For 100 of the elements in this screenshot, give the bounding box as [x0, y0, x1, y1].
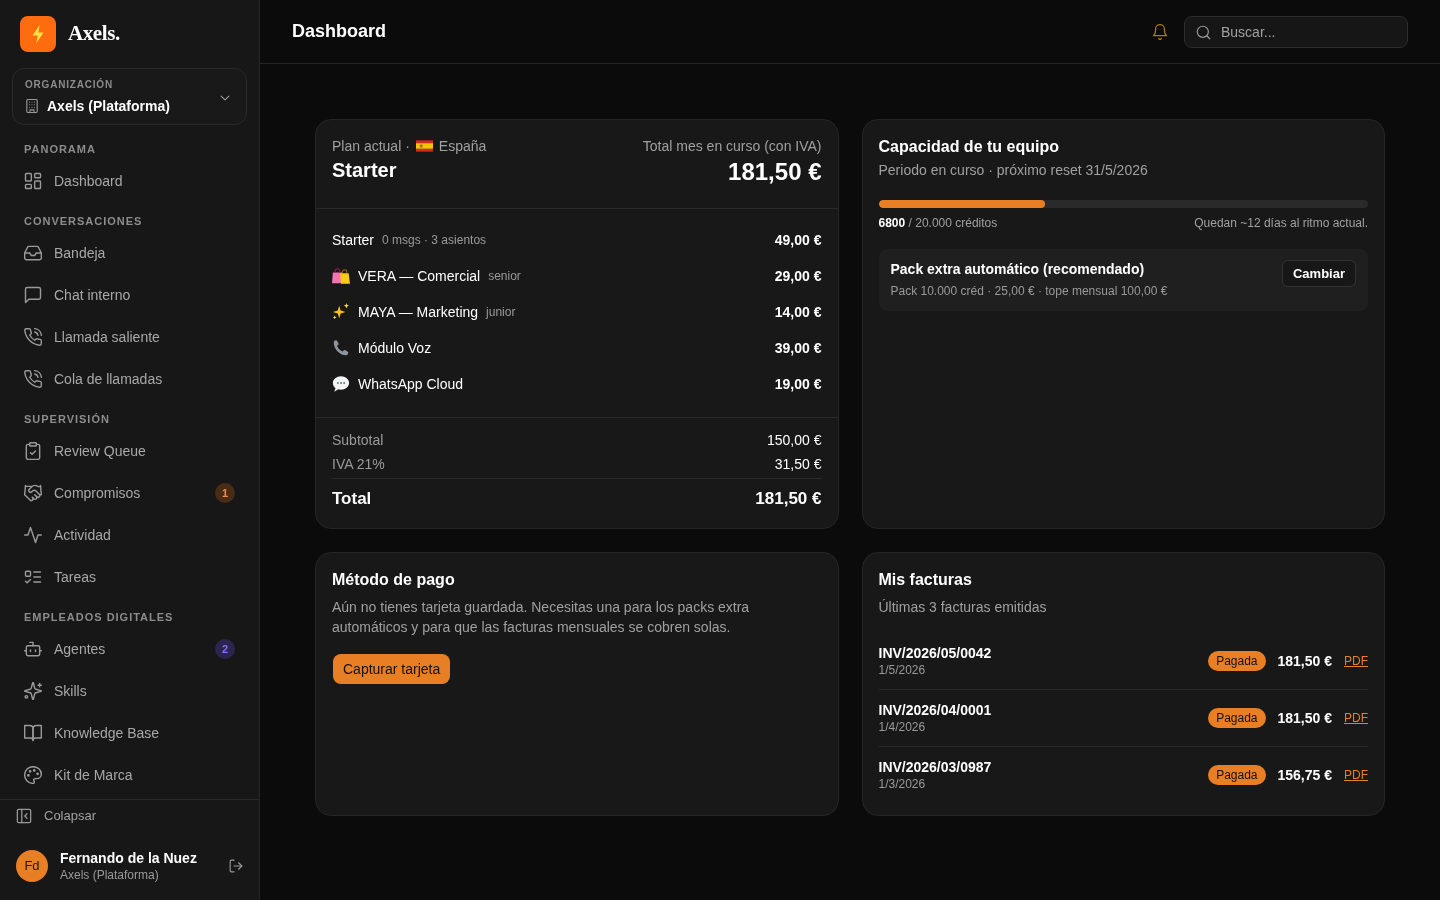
collapse-panel-icon [16, 808, 32, 824]
nav-item[interactable]: Review Queue [12, 430, 247, 472]
sparkles-icon [24, 682, 42, 700]
line-item-label: Módulo Voz [358, 338, 432, 358]
card-title: Mis facturas [878, 570, 973, 590]
invoice-number: INV/2026/05/0042 [878, 644, 992, 662]
invoice-date: 1/4/2026 [878, 719, 926, 735]
checklist-icon [24, 568, 42, 586]
total-label: Total mes en curso (con IVA) [642, 137, 822, 156]
phone-icon [24, 370, 42, 388]
capture-card-button[interactable]: Capturar tarjeta [333, 654, 451, 684]
invoice-number: INV/2026/03/0987 [878, 758, 992, 776]
nav-item[interactable]: Chat interno [12, 274, 247, 316]
flag-icon [415, 140, 433, 152]
invoice-date: 1/5/2026 [878, 662, 926, 678]
phone-icon [332, 339, 350, 357]
nav-item[interactable]: Knowledge Base [12, 712, 247, 754]
status-badge: Pagada [1208, 765, 1266, 785]
line-item-amount: 14,00 € [774, 302, 822, 322]
user-organization: Axels (Plataforma) [60, 867, 159, 883]
book-icon [24, 724, 42, 742]
payment-message: Aún no tienes tarjeta guardada. Necesitas una para los packs extra automáticos y para que las facturas mensuales se cobren solas. [332, 598, 751, 637]
line-item-label: Starter [332, 230, 374, 250]
status-badge: Pagada [1208, 708, 1266, 728]
clipboard-check-icon [24, 442, 42, 460]
nav-item[interactable]: Skills [12, 670, 247, 712]
usage-forecast: Quedan ~12 días al ritmo actual. [1194, 215, 1368, 232]
line-item-amount: 39,00 € [774, 338, 822, 358]
invoice-date: 1/3/2026 [878, 776, 926, 792]
line-item-label: VERA — Comercial [358, 266, 481, 286]
plan-country: España [438, 136, 487, 156]
line-item-note: 0 msgs · 3 asientos [382, 232, 487, 249]
credits-usage: 6800 / 20.000 créditos [878, 215, 998, 232]
organization-selector[interactable]: ORGANIZACIÓN Axels (Plataforma) [12, 68, 247, 125]
inbox-icon [24, 244, 42, 262]
pdf-link[interactable]: PDF [1344, 709, 1368, 727]
invoice-amount: 156,75 € [1277, 765, 1332, 785]
card-title: Capacidad de tu equipo [878, 137, 1060, 157]
grid-icon [24, 172, 42, 190]
section-label: SUPERVISIÓN [23, 412, 111, 427]
plan-name: Starter [332, 158, 397, 183]
status-badge: Pagada [1208, 651, 1266, 671]
line-item-label: MAYA — Marketing [358, 302, 479, 322]
section-label: PANORAMA [23, 142, 97, 157]
user-name: Fernando de la Nuez [60, 849, 197, 867]
pdf-link[interactable]: PDF [1344, 652, 1368, 670]
plan-caption: Plan actual · [332, 136, 410, 156]
summary-amount: 150,00 € [767, 430, 822, 450]
robot-icon [24, 640, 42, 658]
nav-item[interactable]: Llamada saliente [12, 316, 247, 358]
grand-total-label: Total [332, 488, 372, 510]
nav-item[interactable]: Cola de llamadas [12, 358, 247, 400]
line-item-amount: 19,00 € [774, 374, 822, 394]
pack-title: Pack extra automático (recomendado) [890, 260, 1145, 279]
total-amount: 181,50 € [728, 157, 822, 187]
building-icon [25, 99, 39, 113]
user-avatar: Fd [16, 850, 48, 882]
summary-amount: 31,50 € [774, 454, 822, 474]
lightning-bolt-logo-icon [20, 16, 56, 52]
invoice-amount: 181,50 € [1277, 651, 1332, 671]
nav-item[interactable]: Compromisos 1 [12, 472, 247, 514]
nav-item[interactable]: Kit de Marca [12, 754, 247, 796]
sparkles-icon [332, 303, 350, 321]
nav-item[interactable]: Tareas [12, 556, 247, 598]
invoice-number: INV/2026/04/0001 [878, 701, 992, 719]
line-item-note: senior [488, 268, 521, 285]
nav-item[interactable]: Agentes 2 [12, 628, 247, 670]
search-icon [1196, 24, 1211, 40]
pdf-link[interactable]: PDF [1344, 766, 1368, 784]
invoice-amount: 181,50 € [1277, 708, 1332, 728]
collapse-button[interactable]: Colapsar [0, 800, 259, 832]
change-button[interactable]: Cambiar [1281, 260, 1356, 287]
palette-icon [24, 766, 42, 784]
search-field[interactable]: Buscar... [1184, 15, 1408, 48]
card-subtitle: Últimas 3 facturas emitidas [878, 598, 1048, 617]
chat-bubble-icon [24, 286, 42, 304]
nav-item[interactable]: Actividad [12, 514, 247, 556]
count-badge: 1 [215, 483, 235, 503]
nav-item[interactable]: Bandeja [12, 232, 247, 274]
shopping-bags-icon [332, 267, 350, 285]
summary-label: Subtotal [332, 430, 384, 450]
card-title: Método de pago [332, 570, 456, 590]
line-item-amount: 29,00 € [774, 266, 822, 286]
section-label: CONVERSACIONES [23, 214, 144, 229]
pack-details: Pack 10.000 créd · 25,00 € · tope mensual 100,00 € [890, 283, 1168, 299]
nav-item[interactable]: Dashboard [12, 160, 247, 202]
count-badge: 2 [215, 639, 235, 659]
logo-text: Axels. [68, 20, 120, 48]
page-title: Dashboard [292, 20, 387, 43]
pulse-icon [24, 526, 42, 544]
line-item-note: junior [486, 304, 516, 321]
grand-total-amount: 181,50 € [755, 488, 822, 510]
line-item-label: WhatsApp Cloud [358, 374, 464, 394]
section-label: EMPLEADOS DIGITALES [23, 610, 175, 625]
organization-label: ORGANIZACIÓN [25, 78, 113, 92]
bell-icon[interactable] [1152, 23, 1168, 40]
line-item-amount: 49,00 € [774, 230, 822, 250]
handshake-icon [24, 484, 42, 502]
logout-icon[interactable] [229, 859, 243, 873]
organization-name: Axels (Plataforma) [47, 96, 170, 116]
